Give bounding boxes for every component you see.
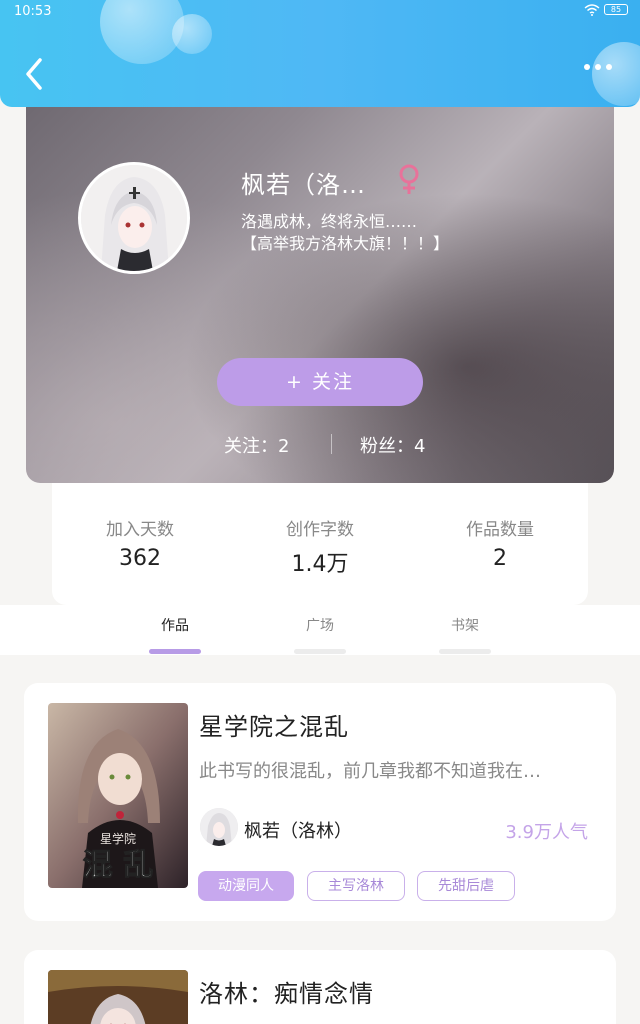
stat-label: 作品数量 bbox=[466, 520, 534, 540]
work-card[interactable]: 星学院 混 乱 星学院之混乱 此书写的很混乱，前几章我都不知道我在… 枫若（洛林… bbox=[24, 683, 616, 921]
stat-label: 创作字数 bbox=[286, 520, 354, 540]
cover-subtitle: 星学院 bbox=[100, 831, 136, 846]
profile-banner: 枫若（洛… 洛遇成林，终将永恒…… 【高举我方洛林大旗！！！】 + 关注 关注：… bbox=[26, 95, 614, 483]
avatar[interactable] bbox=[78, 162, 190, 274]
tab-bar: 作品 广场 书架 bbox=[0, 605, 640, 655]
cover-image: 星学院 混 乱 bbox=[48, 703, 188, 888]
status-time: 10:53 bbox=[14, 4, 52, 19]
stat-join-days: 加入天数 362 bbox=[60, 515, 220, 571]
profile-bio: 洛遇成林，终将永恒…… 【高举我方洛林大旗！！！】 bbox=[241, 212, 450, 253]
tab-indicator bbox=[439, 649, 491, 654]
divider bbox=[331, 434, 332, 454]
stat-value: 1.4万 bbox=[291, 552, 349, 577]
stat-word-count: 创作字数 1.4万 bbox=[240, 515, 400, 578]
back-button[interactable] bbox=[22, 56, 48, 92]
profile-name: 枫若（洛… bbox=[241, 171, 366, 199]
following-count[interactable]: 关注：2 bbox=[224, 432, 289, 458]
followers-count[interactable]: 粉丝：4 bbox=[360, 432, 425, 458]
popularity-count: 3.9万人气 bbox=[505, 822, 588, 843]
wifi-icon bbox=[584, 4, 600, 19]
tab-indicator bbox=[149, 649, 201, 654]
more-dot-icon bbox=[606, 64, 612, 70]
more-dot-icon bbox=[584, 64, 590, 70]
avatar-image bbox=[81, 165, 187, 271]
book-title[interactable]: 星学院之混乱 bbox=[199, 707, 349, 742]
decor-bubble bbox=[592, 42, 640, 106]
tag[interactable]: 先甜后虐 bbox=[417, 871, 515, 901]
cover-title: 混 乱 bbox=[83, 848, 153, 883]
stat-label: 加入天数 bbox=[106, 520, 174, 540]
battery-icon: 85 bbox=[604, 4, 628, 15]
stats-card: 加入天数 362 创作字数 1.4万 作品数量 2 bbox=[52, 483, 588, 605]
tab-label: 书架 bbox=[451, 618, 479, 634]
work-card[interactable]: 洛林：痴情念情 bbox=[24, 950, 616, 1024]
top-header: 10:53 85 bbox=[0, 0, 640, 107]
female-icon bbox=[396, 163, 422, 195]
tab-bookshelf[interactable]: 书架 bbox=[425, 615, 505, 654]
follow-counts: 关注：2 粉丝：4 bbox=[26, 430, 614, 460]
more-dot-icon bbox=[595, 64, 601, 70]
tab-works[interactable]: 作品 bbox=[135, 615, 215, 654]
more-options-button[interactable] bbox=[584, 64, 612, 70]
stat-value: 2 bbox=[493, 546, 507, 571]
follow-button[interactable]: + 关注 bbox=[217, 358, 423, 406]
cover-image bbox=[48, 970, 188, 1024]
author-name[interactable]: 枫若（洛林） bbox=[244, 817, 352, 843]
stat-value: 362 bbox=[119, 546, 161, 571]
book-title[interactable]: 洛林：痴情念情 bbox=[199, 974, 374, 1009]
status-icons: 85 bbox=[584, 4, 628, 19]
stat-work-count: 作品数量 2 bbox=[420, 515, 580, 571]
book-cover[interactable] bbox=[48, 970, 188, 1024]
tag[interactable]: 动漫同人 bbox=[198, 871, 294, 901]
decor-bubble bbox=[172, 14, 212, 54]
book-cover[interactable]: 星学院 混 乱 bbox=[48, 703, 188, 888]
author-avatar bbox=[200, 808, 238, 846]
tag[interactable]: 主写洛林 bbox=[307, 871, 405, 901]
book-description: 此书写的很混乱，前几章我都不知道我在… bbox=[199, 761, 541, 782]
tab-label: 作品 bbox=[161, 618, 189, 634]
chevron-left-icon bbox=[26, 58, 42, 90]
tab-label: 广场 bbox=[306, 618, 334, 634]
tab-indicator bbox=[294, 649, 346, 654]
tab-square[interactable]: 广场 bbox=[280, 615, 360, 654]
